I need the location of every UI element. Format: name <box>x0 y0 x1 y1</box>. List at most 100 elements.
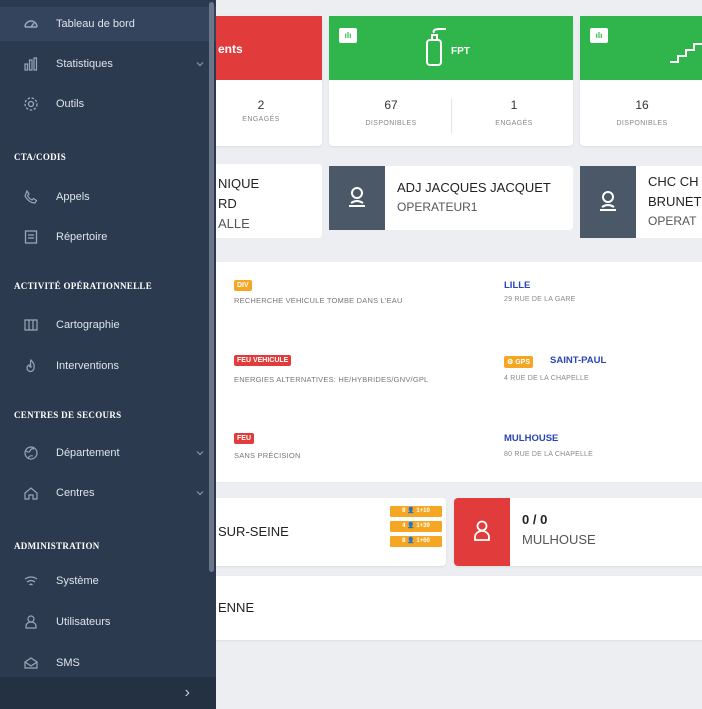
operator-name-line: BRUNET <box>648 194 702 209</box>
unit-card-3-header: ılı <box>580 16 702 80</box>
sidebar-item-label: Tableau de bord <box>56 18 135 30</box>
unit-card-1-count-label: ENGAGÉS <box>242 116 280 123</box>
intervention-tag: FEU VEHICULE <box>234 355 292 366</box>
centre-ratio: 0 / 0 <box>522 512 548 527</box>
intervention-description: SANS PRÉCISION <box>234 451 301 460</box>
operator-name-line: NIQUE <box>218 176 260 191</box>
intervention-city: SAINT-PAUL <box>550 355 607 366</box>
operator-card-1[interactable]: NIQUE RD ALLE <box>200 164 322 238</box>
unit-card-fpt-header: ılı FPT <box>329 16 573 80</box>
sidebar-item-dashboard[interactable]: Tableau de bord <box>0 7 216 41</box>
chevron-down-icon <box>196 62 204 67</box>
operator-avatar <box>329 166 385 230</box>
intervention-tag: FEU <box>234 433 254 444</box>
fpt-available-count: 67 <box>384 98 398 112</box>
message-icon <box>20 654 42 672</box>
sidebar-item-directory[interactable]: Répertoire <box>0 220 216 254</box>
centre-card-2[interactable]: 0 / 0 MULHOUSE <box>454 498 702 566</box>
sidebar-item-label: Utilisateurs <box>56 616 111 628</box>
sidebar-item-calls[interactable]: Appels <box>0 180 216 214</box>
sidebar-item-label: Système <box>56 575 99 587</box>
gear-icon <box>20 95 42 113</box>
gps-tag: ⚙ GPS <box>504 356 534 368</box>
intervention-description: ENERGIES ALTERNATIVES: HE/HYBRIDES/GNV/G… <box>234 375 429 384</box>
sidebar-item-interventions[interactable]: Interventions <box>0 349 216 383</box>
unit-card-3-count: 16 <box>635 98 649 112</box>
dashboard-icon <box>20 15 42 33</box>
intervention-city: LILLE <box>504 280 531 291</box>
stats-badge-icon: ılı <box>590 28 608 43</box>
centre-card-3[interactable]: ENNE <box>200 576 702 640</box>
chevron-right-icon[interactable]: › <box>185 684 190 702</box>
staff-tag: 8 👤 1+60 <box>390 536 442 547</box>
unit-card-fpt[interactable]: ılı FPT 67 DISPONIBLES 1 ENGAGÉS <box>329 16 573 146</box>
sidebar-section-administration: ADMINISTRATION <box>14 541 100 551</box>
intervention-row-2[interactable]: FEU VEHICULE ENERGIES ALTERNATIVES: HE/H… <box>216 329 702 415</box>
operator-icon <box>349 187 365 207</box>
directory-icon <box>20 228 42 246</box>
sidebar-item-statistics[interactable]: Statistiques <box>0 47 216 81</box>
user-icon <box>474 520 490 541</box>
chevron-down-icon <box>196 491 204 496</box>
sidebar-item-label: Statistiques <box>56 58 113 70</box>
operator-card-2[interactable]: ADJ JACQUES JACQUET OPERATEUR1 <box>329 166 573 230</box>
intervention-address: 4 RUE DE LA CHAPELLE <box>504 375 589 382</box>
system-icon <box>20 572 42 590</box>
intervention-row-3[interactable]: FEU SANS PRÉCISION MULHOUSE 80 RUE DE LA… <box>216 413 702 483</box>
unit-card-1-count: 2 <box>257 98 265 112</box>
operator-name-line: RD <box>218 196 237 211</box>
unit-card-fpt-label: FPT <box>451 46 470 57</box>
fpt-available-label: DISPONIBLES <box>365 120 417 127</box>
unit-card-3[interactable]: ılı 16 DISPONIBLES <box>580 16 702 146</box>
sidebar-item-map[interactable]: Cartographie <box>0 308 216 342</box>
sidebar-item-centres[interactable]: Centres <box>0 476 216 510</box>
sidebar-section-cta-codis: CTA/CODIS <box>14 152 67 162</box>
sidebar-item-label: Cartographie <box>56 319 120 331</box>
sidebar-item-label: Répertoire <box>56 231 108 243</box>
chevron-down-icon <box>196 451 204 456</box>
sidebar-item-label: SMS <box>56 657 80 669</box>
sidebar-item-users[interactable]: Utilisateurs <box>0 605 216 639</box>
sidebar-item-tools[interactable]: Outils <box>0 87 216 121</box>
extinguisher-icon <box>426 28 446 66</box>
sidebar: Tableau de bord Statistiques Outils CTA/… <box>0 0 216 709</box>
sidebar-scrollbar[interactable] <box>209 2 214 572</box>
unit-card-1-label: ents <box>218 42 243 56</box>
operator-card-3[interactable]: CHC CH BRUNET OPERAT <box>580 166 702 238</box>
unit-card-3-count-label: DISPONIBLES <box>616 120 668 127</box>
phone-icon <box>20 188 42 206</box>
fire-icon <box>20 357 42 375</box>
intervention-description: RECHERCHE VEHICULE TOMBE DANS L'EAU <box>234 296 403 305</box>
sidebar-item-sms[interactable]: SMS <box>0 646 216 680</box>
home-icon <box>20 484 42 502</box>
sidebar-item-label: Département <box>56 447 120 459</box>
bar-chart-icon <box>20 55 42 73</box>
sidebar-item-department[interactable]: Département <box>0 436 216 470</box>
centre-avatar <box>454 498 510 566</box>
sidebar-section-centres: CENTRES DE SECOURS <box>14 410 122 420</box>
stat-divider <box>451 98 452 134</box>
globe-icon <box>20 444 42 462</box>
staff-tag: 8 👤 1+10 <box>390 506 442 517</box>
user-icon <box>20 613 42 631</box>
sidebar-collapse-bar[interactable]: › <box>0 677 216 709</box>
intervention-address: 80 RUE DE LA CHAPELLE <box>504 451 594 458</box>
sidebar-item-label: Centres <box>56 487 95 499</box>
ladder-icon <box>670 43 702 63</box>
unit-card-1[interactable]: ents 2 ENGAGÉS <box>200 16 322 146</box>
unit-card-1-header: ents <box>200 16 322 80</box>
operator-name: ADJ JACQUES JACQUET <box>397 180 551 195</box>
staff-tag: 4 👤 1+39 <box>390 521 442 532</box>
stats-badge-icon: ılı <box>339 28 357 43</box>
operator-role: OPERATEUR1 <box>397 200 478 214</box>
intervention-city: MULHOUSE <box>504 433 559 444</box>
intervention-address: 29 RUE DE LA GARE <box>504 296 576 303</box>
sidebar-item-system[interactable]: Système <box>0 564 216 598</box>
centre-card-1[interactable]: SUR-SEINE 8 👤 1+10 4 👤 1+39 8 👤 1+60 <box>200 498 446 566</box>
centre-name: MULHOUSE <box>522 532 596 547</box>
operator-avatar <box>580 166 636 238</box>
centre-name: SUR-SEINE <box>218 524 289 539</box>
sidebar-item-label: Appels <box>56 191 90 203</box>
operator-role: OPERAT <box>648 214 697 228</box>
sidebar-section-operational: ACTIVITÉ OPÉRATIONNELLE <box>14 281 153 291</box>
